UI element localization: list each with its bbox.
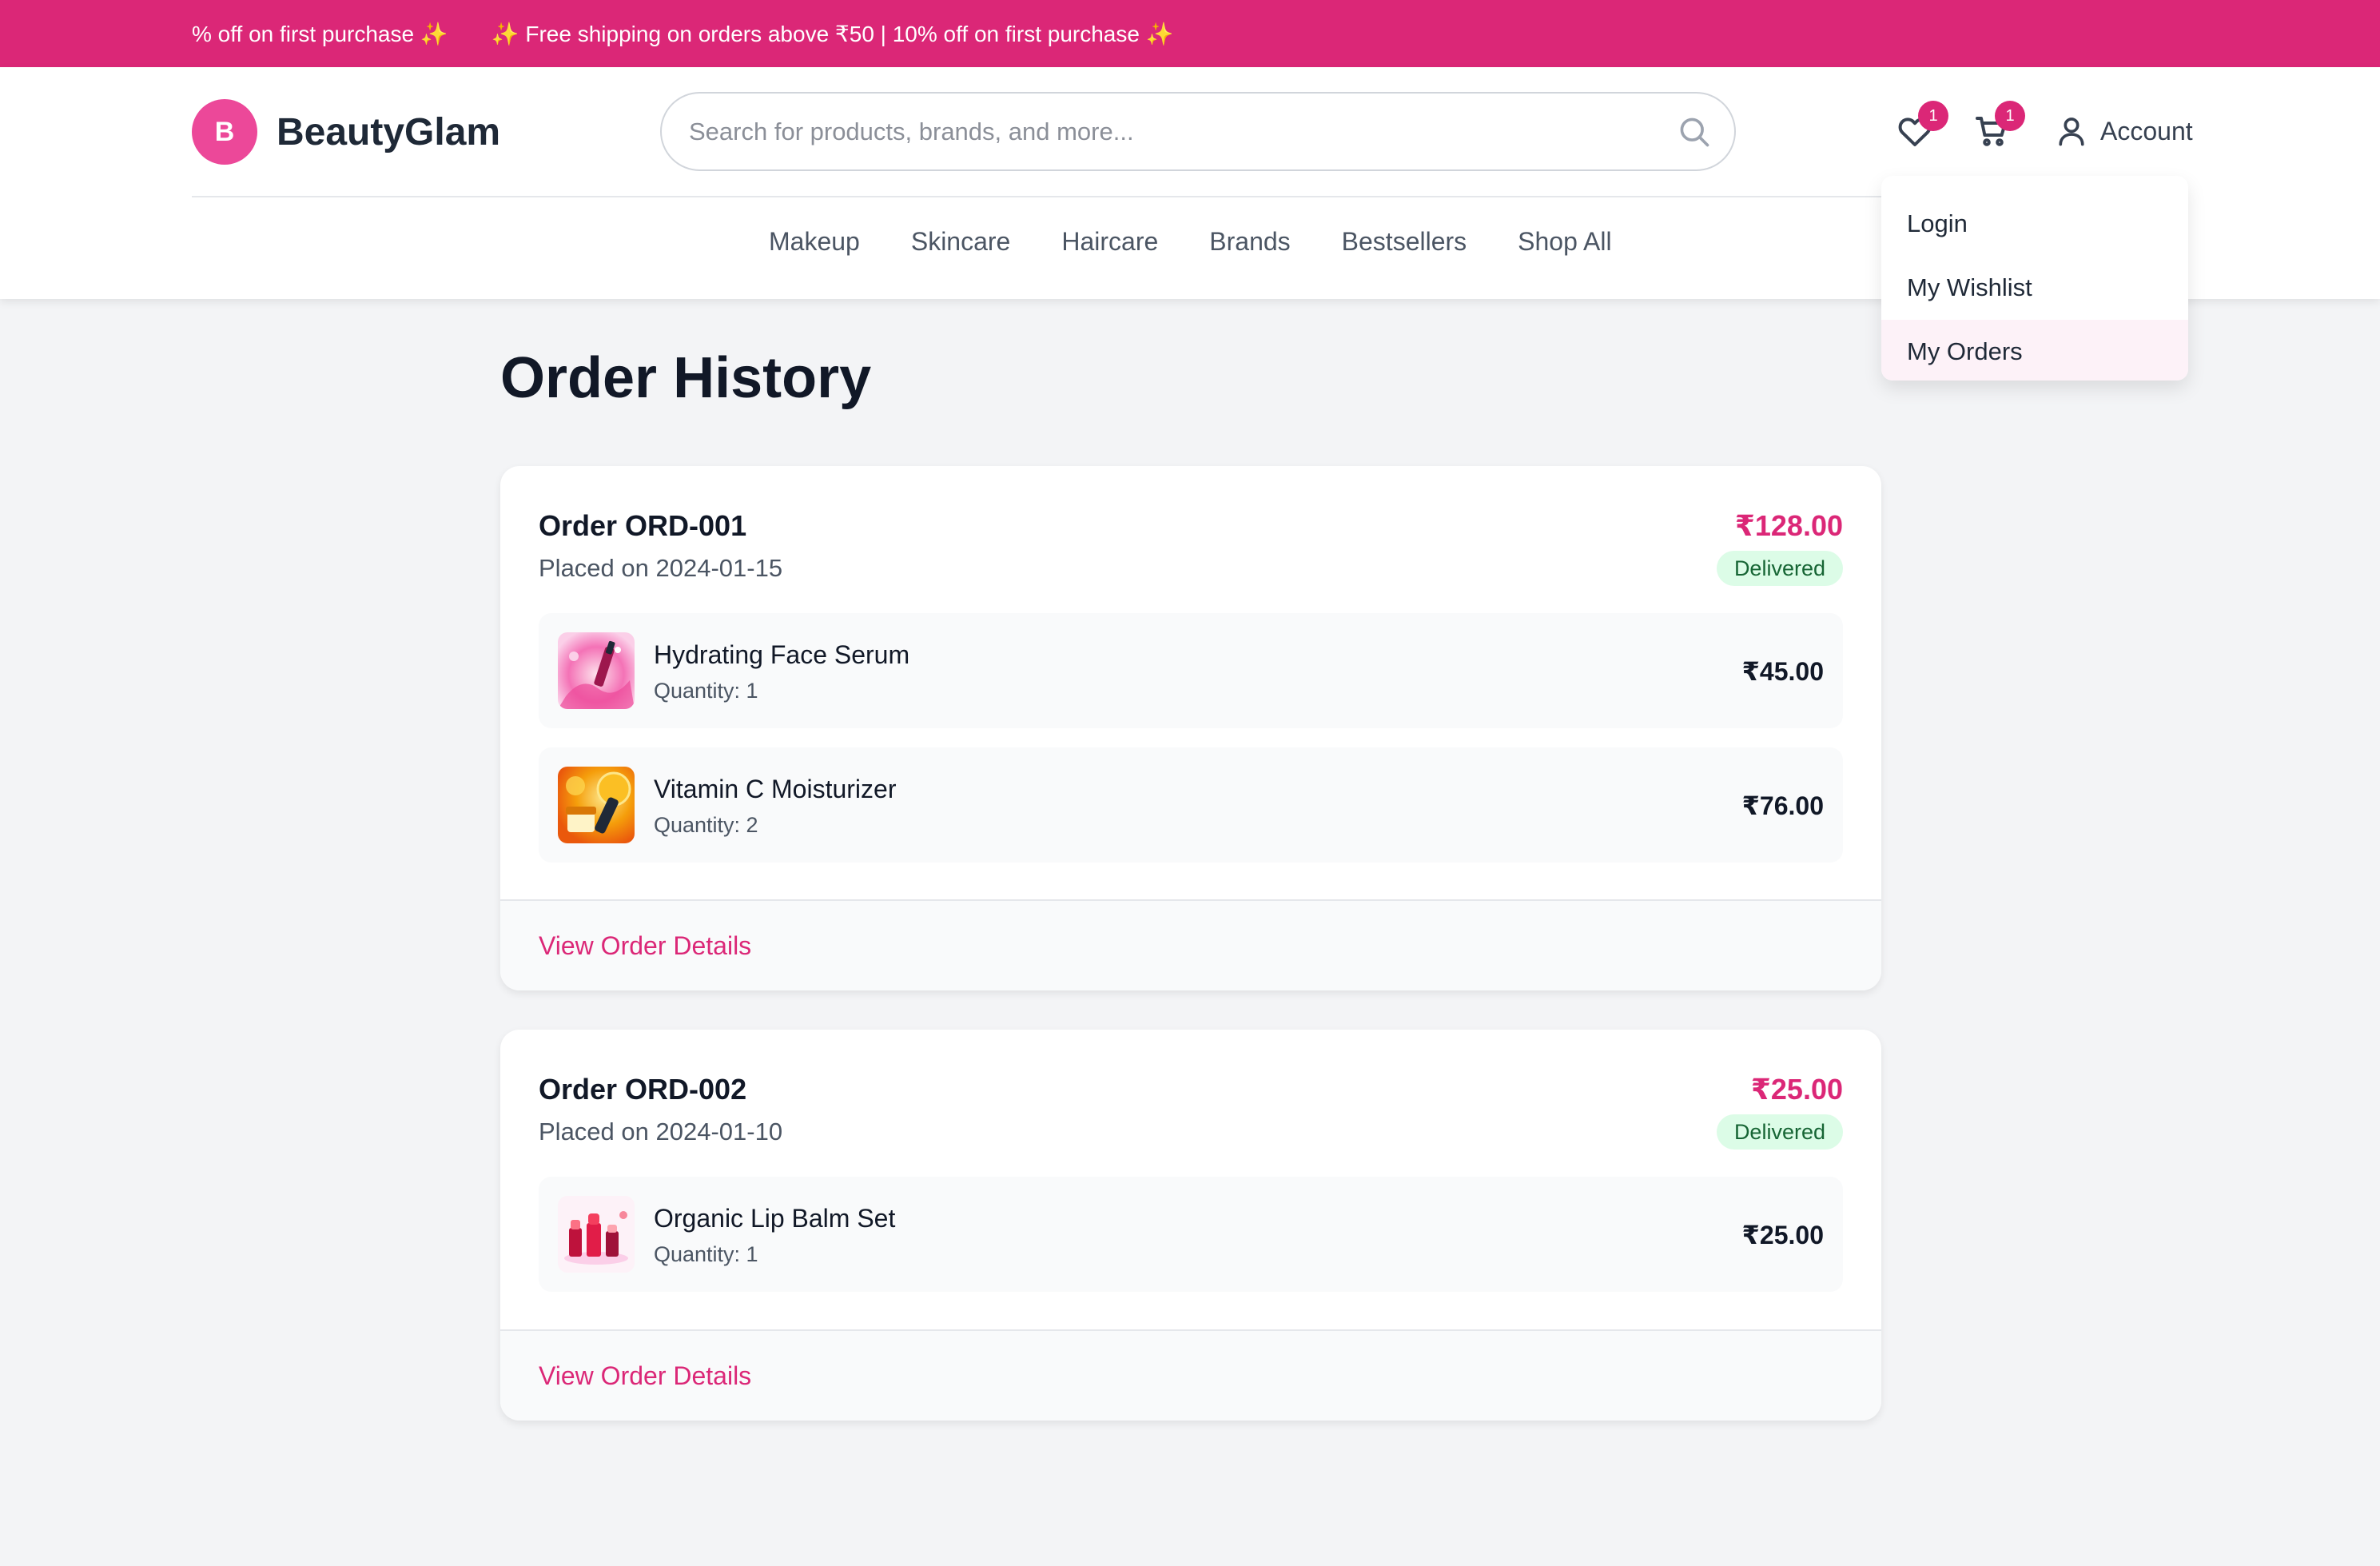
item-name: Organic Lip Balm Set	[654, 1204, 896, 1233]
nav-item-shop-all[interactable]: Shop All	[1518, 227, 1611, 257]
promo-message: ✨ Free shipping on orders above ₹50 | 10…	[491, 21, 1174, 46]
order-date: Placed on 2024-01-15	[539, 554, 783, 582]
search-button[interactable]	[1675, 113, 1713, 151]
cart-button[interactable]: 1	[1972, 101, 2025, 153]
item-quantity: Quantity: 1	[654, 1242, 758, 1266]
nav-item-skincare[interactable]: Skincare	[911, 227, 1011, 257]
order-footer: View Order Details	[500, 899, 1881, 990]
item-name: Vitamin C Moisturizer	[654, 775, 897, 803]
order-date: Placed on 2024-01-10	[539, 1118, 783, 1146]
serum-image	[558, 632, 635, 709]
nav-item-brands[interactable]: Brands	[1209, 227, 1290, 257]
promo-banner: % off on first purchase ✨ ✨ Free shippin…	[0, 0, 2380, 67]
order-total: ₹128.00	[1734, 509, 1843, 542]
search-bar	[660, 92, 1736, 171]
order-total: ₹25.00	[1750, 1073, 1843, 1106]
search-input[interactable]	[689, 94, 1632, 169]
account-dropdown: Login My Wishlist My Orders	[1881, 176, 2188, 381]
item-price: ₹25.00	[1741, 1221, 1824, 1249]
item-price: ₹76.00	[1741, 791, 1824, 820]
wishlist-count-badge: 1	[1918, 101, 1948, 131]
menu-item-orders[interactable]: My Orders	[1881, 320, 2188, 381]
wishlist-button[interactable]: 1	[1896, 101, 1948, 153]
order-id: Order ORD-001	[539, 509, 747, 542]
promo-message: % off on first purchase ✨	[192, 21, 448, 46]
menu-item-wishlist[interactable]: My Wishlist	[1881, 256, 2188, 320]
order-item: Hydrating Face Serum Quantity: 1 ₹45.00	[539, 613, 1843, 728]
search-icon	[1680, 118, 1709, 147]
order-card: Order ORD-002 Placed on 2024-01-10 ₹25.0…	[500, 1030, 1881, 1421]
order-card: Order ORD-001 Placed on 2024-01-15 ₹128.…	[500, 466, 1881, 990]
order-footer: View Order Details	[500, 1329, 1881, 1421]
page-title: Order History	[500, 346, 872, 410]
order-item: Organic Lip Balm Set Quantity: 1 ₹25.00	[539, 1177, 1843, 1292]
account-label: Account	[2100, 116, 2193, 145]
nav-item-makeup[interactable]: Makeup	[769, 227, 860, 257]
item-price: ₹45.00	[1741, 657, 1824, 686]
order-id: Order ORD-002	[539, 1073, 747, 1106]
order-item: Vitamin C Moisturizer Quantity: 2 ₹76.00	[539, 747, 1843, 863]
logo-mark: B	[192, 99, 257, 165]
order-header: Order ORD-001 Placed on 2024-01-15 ₹128.…	[500, 466, 1881, 613]
item-name: Hydrating Face Serum	[654, 640, 910, 669]
cart-count-badge: 1	[1995, 101, 2025, 131]
item-quantity: Quantity: 2	[654, 813, 758, 837]
menu-item-login[interactable]: Login	[1881, 192, 2188, 256]
brand-name: BeautyGlam	[277, 110, 501, 153]
lip-balm-image	[558, 1196, 635, 1273]
status-badge: Delivered	[1716, 1114, 1843, 1150]
account-button[interactable]: Account	[2054, 114, 2193, 149]
view-order-details-link[interactable]: View Order Details	[539, 931, 751, 961]
order-header: Order ORD-002 Placed on 2024-01-10 ₹25.0…	[500, 1030, 1881, 1177]
status-badge: Delivered	[1716, 551, 1843, 586]
nav-item-bestsellers[interactable]: Bestsellers	[1342, 227, 1467, 257]
moisturizer-image	[558, 767, 635, 843]
category-nav: Makeup Skincare Haircare Brands Bestsell…	[769, 227, 1612, 257]
brand-logo[interactable]: B BeautyGlam	[192, 99, 500, 165]
view-order-details-link[interactable]: View Order Details	[539, 1361, 751, 1391]
nav-item-haircare[interactable]: Haircare	[1061, 227, 1158, 257]
item-quantity: Quantity: 1	[654, 679, 758, 703]
user-icon	[2059, 118, 2084, 146]
